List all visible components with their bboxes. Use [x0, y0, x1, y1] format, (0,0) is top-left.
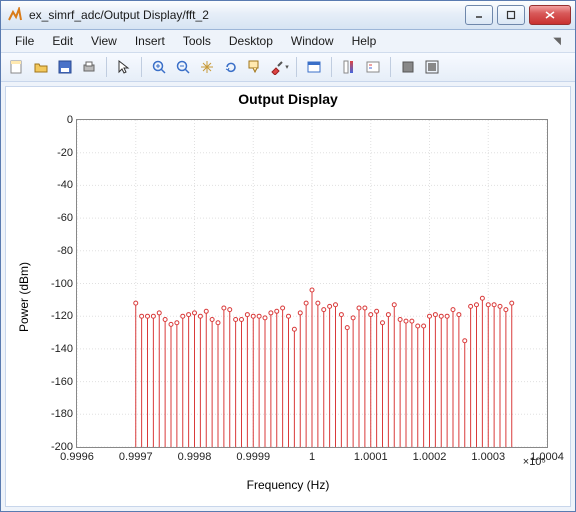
pan-icon[interactable]	[197, 57, 217, 77]
toolbar-sep	[331, 57, 332, 77]
open-icon[interactable]	[31, 57, 51, 77]
colorbar-icon[interactable]	[339, 57, 359, 77]
y-tick: 0	[67, 114, 73, 126]
figure-area: Output Display Power (dBm) Frequency (Hz…	[5, 86, 571, 507]
print-icon[interactable]	[79, 57, 99, 77]
y-tick: -120	[51, 310, 73, 322]
x-tick: 0.9998	[178, 451, 212, 463]
matlab-icon	[7, 7, 23, 23]
x-tick: 1	[309, 451, 315, 463]
titlebar: ex_simrf_adc/Output Display/fft_2	[1, 1, 575, 30]
maximize-button[interactable]	[497, 5, 525, 25]
y-tick: -20	[57, 147, 73, 159]
hide-tools-icon[interactable]	[398, 57, 418, 77]
chart-title: Output Display	[6, 91, 570, 107]
toolbar-sep	[390, 57, 391, 77]
x-tick: 1.0002	[413, 451, 447, 463]
menu-file[interactable]: File	[7, 32, 42, 50]
menu-window[interactable]: Window	[283, 32, 342, 50]
menu-desktop[interactable]: Desktop	[221, 32, 281, 50]
menu-tools[interactable]: Tools	[175, 32, 219, 50]
y-tick: -100	[51, 278, 73, 290]
menu-insert[interactable]: Insert	[127, 32, 173, 50]
toolbar-sep	[141, 57, 142, 77]
y-tick: -40	[57, 179, 73, 191]
toolbar-sep	[106, 57, 107, 77]
y-tick: -160	[51, 376, 73, 388]
show-tools-icon[interactable]	[422, 57, 442, 77]
legend-icon[interactable]	[363, 57, 383, 77]
rotate-icon[interactable]	[221, 57, 241, 77]
menu-edit[interactable]: Edit	[44, 32, 81, 50]
window-buttons	[465, 5, 571, 25]
y-tick: -60	[57, 212, 73, 224]
x-tick: 1.0003	[471, 451, 505, 463]
x-tick: 0.9999	[236, 451, 270, 463]
menu-chevron-icon[interactable]: ◥	[545, 34, 569, 49]
y-tick: -140	[51, 343, 73, 355]
zoom-in-icon[interactable]	[149, 57, 169, 77]
brush-icon[interactable]: ▾	[269, 57, 289, 77]
x-tick: 1.0001	[354, 451, 388, 463]
y-axis-label: Power (dBm)	[17, 261, 31, 331]
toolbar-sep	[296, 57, 297, 77]
menubar: File Edit View Insert Tools Desktop Wind…	[1, 30, 575, 53]
close-button[interactable]	[529, 5, 571, 25]
y-tick: -180	[51, 408, 73, 420]
menu-view[interactable]: View	[83, 32, 125, 50]
save-icon[interactable]	[55, 57, 75, 77]
new-figure-icon[interactable]	[7, 57, 27, 77]
datatip-icon[interactable]	[245, 57, 265, 77]
zoom-out-icon[interactable]	[173, 57, 193, 77]
pointer-icon[interactable]	[114, 57, 134, 77]
x-tick: 1.0004	[530, 451, 564, 463]
x-axis-label: Frequency (Hz)	[247, 478, 330, 492]
x-tick: 0.9997	[119, 451, 153, 463]
window-title: ex_simrf_adc/Output Display/fft_2	[29, 8, 465, 22]
figure-window: ex_simrf_adc/Output Display/fft_2 File E…	[0, 0, 576, 512]
axes[interactable]: 0-20-40-60-80-100-120-140-160-180-2000.9…	[76, 119, 548, 448]
link-icon[interactable]	[304, 57, 324, 77]
y-tick: -80	[57, 245, 73, 257]
menu-help[interactable]: Help	[344, 32, 385, 50]
x-tick: 0.9996	[60, 451, 94, 463]
minimize-button[interactable]	[465, 5, 493, 25]
toolbar: ▾	[1, 53, 575, 82]
